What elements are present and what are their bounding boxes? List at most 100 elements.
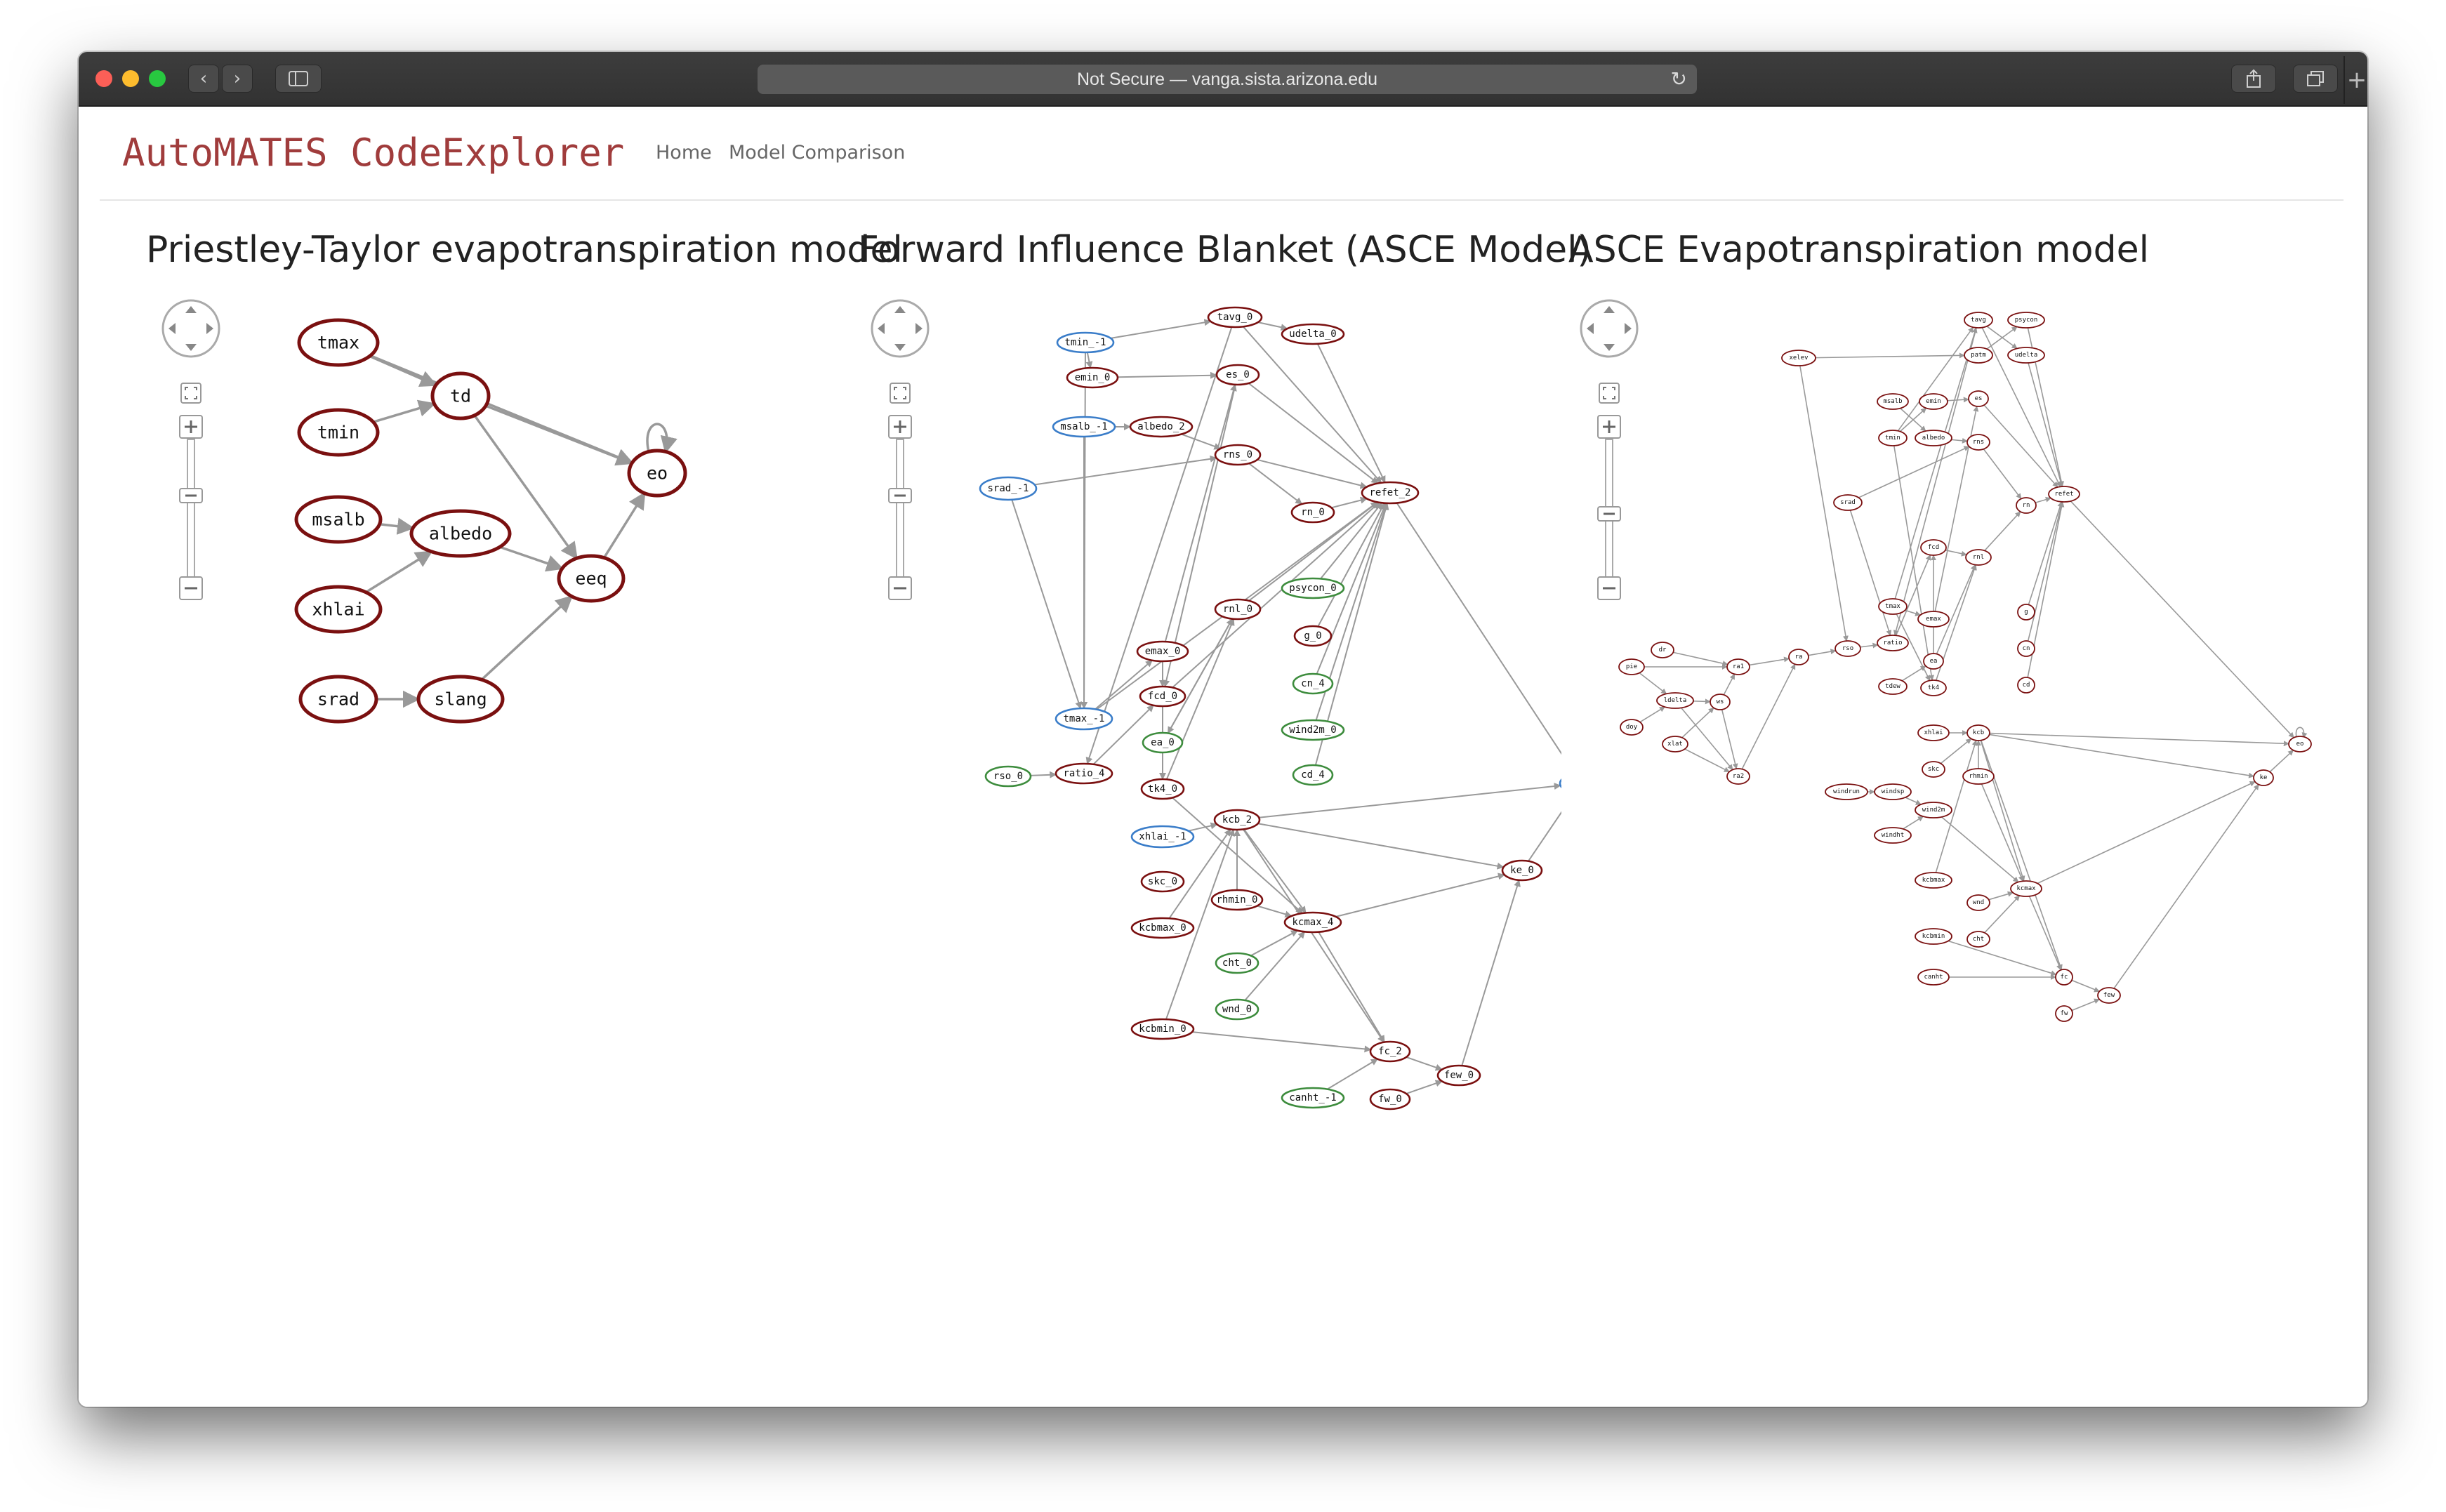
zoom-slider-thumb[interactable]: [1597, 506, 1621, 522]
node-windht[interactable]: windht: [1874, 827, 1912, 844]
node-kcmax[interactable]: kcmax: [2010, 880, 2042, 897]
node-eo_1[interactable]: eo_1: [1559, 774, 1561, 793]
node-albedo[interactable]: albedo: [409, 509, 512, 558]
node-fcd[interactable]: fcd: [1920, 539, 1947, 556]
node-few[interactable]: few: [2097, 987, 2121, 1004]
node-xlat[interactable]: xlat: [1662, 736, 1688, 752]
fit-to-view-button[interactable]: [180, 383, 201, 404]
node-tk4[interactable]: tk4: [1920, 679, 1947, 696]
node-tmax_-1[interactable]: tmax_-1: [1055, 707, 1113, 731]
node-kcbmin_0[interactable]: kcbmin_0: [1130, 1018, 1195, 1040]
node-cd_4[interactable]: cd_4: [1292, 764, 1334, 786]
node-udelta[interactable]: udelta: [2007, 347, 2045, 364]
node-rnl[interactable]: rnl: [1965, 549, 1992, 566]
zoom-slider-track[interactable]: [896, 439, 904, 578]
pan-control[interactable]: [871, 299, 930, 358]
node-ratio[interactable]: ratio: [1877, 635, 1909, 651]
node-ratio_4[interactable]: ratio_4: [1055, 762, 1113, 785]
node-ws[interactable]: ws: [1710, 694, 1731, 710]
node-srad_-1[interactable]: srad_-1: [979, 476, 1038, 501]
node-tmin[interactable]: tmin: [297, 408, 380, 457]
node-emin[interactable]: emin: [1919, 393, 1948, 410]
node-wind2m[interactable]: wind2m: [1915, 802, 1952, 818]
node-kcb_2[interactable]: kcb_2: [1213, 809, 1261, 831]
node-ra[interactable]: ra: [1788, 649, 1809, 665]
node-fw_0[interactable]: fw_0: [1369, 1088, 1411, 1110]
node-xhlai_-1[interactable]: xhlai_-1: [1130, 825, 1195, 849]
pan-control[interactable]: [1580, 299, 1639, 358]
node-refet[interactable]: refet: [2048, 486, 2080, 503]
node-albedo[interactable]: albedo: [1915, 430, 1952, 446]
node-skc_0[interactable]: skc_0: [1140, 870, 1185, 893]
node-tmax[interactable]: tmax: [1878, 598, 1908, 615]
node-patm[interactable]: patm: [1964, 347, 1993, 364]
node-kcbmax_0[interactable]: kcbmax_0: [1130, 917, 1195, 939]
node-kcbmax[interactable]: kcbmax: [1915, 872, 1952, 889]
zoom-out-button[interactable]: [1597, 576, 1621, 600]
node-msalb_-1[interactable]: msalb_-1: [1052, 416, 1116, 438]
node-tk4_0[interactable]: tk4_0: [1140, 778, 1185, 800]
node-ea[interactable]: ea: [1923, 653, 1944, 670]
node-eeq[interactable]: eeq: [557, 554, 626, 603]
node-rhmin_0[interactable]: rhmin_0: [1210, 889, 1264, 911]
nav-model-comparison-link[interactable]: Model Comparison: [729, 142, 905, 164]
node-rso[interactable]: rso: [1834, 640, 1861, 657]
node-rn[interactable]: rn: [2016, 497, 2037, 514]
node-xhlai[interactable]: xhlai: [294, 585, 383, 634]
node-g_0[interactable]: g_0: [1293, 625, 1333, 647]
node-msalb[interactable]: msalb: [294, 495, 383, 544]
share-button[interactable]: [2231, 65, 2276, 93]
back-button[interactable]: ‹: [188, 65, 219, 93]
node-canht[interactable]: canht: [1917, 969, 1950, 986]
reload-icon[interactable]: ↻: [1671, 67, 1687, 91]
app-brand[interactable]: AutoMATES CodeExplorer: [122, 131, 624, 175]
minimize-window-button[interactable]: [122, 70, 139, 87]
sidebar-toggle-button[interactable]: [275, 65, 322, 93]
node-ldelta[interactable]: ldelta: [1656, 692, 1694, 709]
node-tavg[interactable]: tavg: [1964, 312, 1993, 329]
node-rhmin[interactable]: rhmin: [1962, 768, 1995, 785]
node-ke_0[interactable]: ke_0: [1501, 859, 1543, 882]
node-tdew[interactable]: tdew: [1878, 678, 1908, 695]
zoom-slider-thumb[interactable]: [888, 488, 912, 503]
zoom-in-button[interactable]: [1597, 415, 1621, 439]
node-windrun[interactable]: windrun: [1825, 783, 1868, 800]
node-msalb[interactable]: msalb: [1877, 393, 1909, 410]
node-g[interactable]: g: [2017, 604, 2035, 621]
node-wind2m_0[interactable]: wind2m_0: [1281, 719, 1345, 741]
node-cn[interactable]: cn: [2017, 640, 2035, 657]
node-slang[interactable]: slang: [416, 675, 505, 724]
node-fw[interactable]: fw: [2055, 1005, 2073, 1022]
node-refet_2[interactable]: refet_2: [1361, 481, 1420, 505]
node-es_0[interactable]: es_0: [1215, 364, 1260, 386]
node-cd[interactable]: cd: [2017, 677, 2035, 694]
node-wnd[interactable]: wnd: [1966, 894, 1990, 911]
node-srad[interactable]: srad: [1833, 494, 1863, 511]
node-wnd_0[interactable]: wnd_0: [1215, 998, 1260, 1021]
nav-home-link[interactable]: Home: [656, 142, 712, 164]
node-skc[interactable]: skc: [1922, 761, 1945, 778]
node-ea_0[interactable]: ea_0: [1142, 731, 1184, 754]
address-bar[interactable]: Not Secure — vanga.sista.arizona.edu ↻: [758, 65, 1697, 94]
node-cht[interactable]: cht: [1966, 931, 1990, 948]
zoom-in-button[interactable]: [888, 415, 912, 439]
node-cn_4[interactable]: cn_4: [1292, 672, 1334, 695]
graph-asce-evapotranspiration[interactable]: tavg psycon patm udelta xelev msalb emin es tmin…: [1570, 282, 2342, 1300]
node-tmin_-1[interactable]: tmin_-1: [1056, 331, 1115, 354]
zoom-in-button[interactable]: [179, 415, 203, 439]
zoom-window-button[interactable]: [149, 70, 166, 87]
node-xelev[interactable]: xelev: [1781, 350, 1816, 366]
node-tavg_0[interactable]: tavg_0: [1207, 306, 1263, 329]
zoom-slider-thumb[interactable]: [179, 488, 203, 503]
forward-button[interactable]: ›: [222, 65, 253, 93]
node-rns_0[interactable]: rns_0: [1214, 444, 1262, 466]
node-srad[interactable]: srad: [298, 675, 378, 724]
node-kcbmin[interactable]: kcbmin: [1915, 928, 1952, 945]
node-dr[interactable]: dr: [1651, 642, 1674, 658]
node-emin_0[interactable]: emin_0: [1066, 366, 1119, 389]
node-es[interactable]: es: [1968, 390, 1989, 407]
node-fcd_0[interactable]: fcd_0: [1139, 685, 1186, 708]
node-few_0[interactable]: few_0: [1436, 1064, 1481, 1087]
pan-control[interactable]: [161, 299, 220, 358]
node-emax_0[interactable]: emax_0: [1136, 640, 1189, 663]
